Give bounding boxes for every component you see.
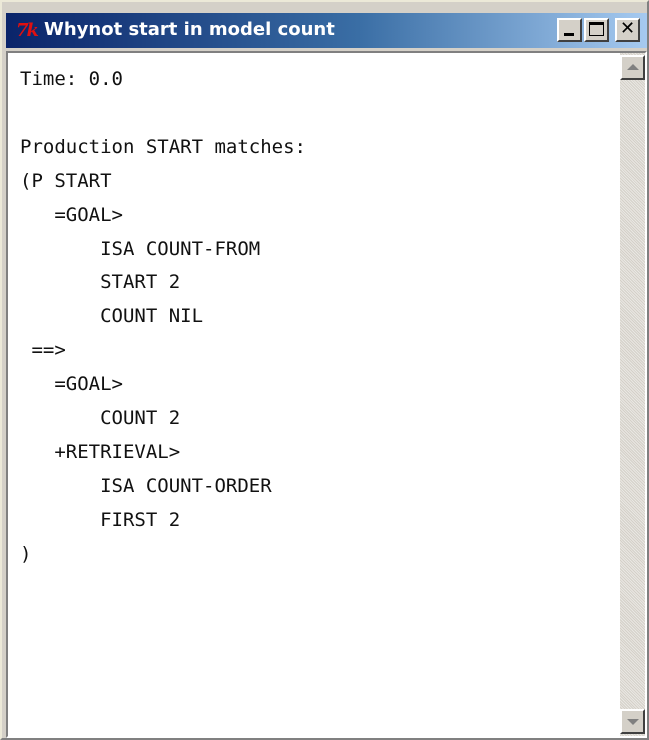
vertical-scrollbar[interactable]: [620, 53, 645, 736]
minimize-button[interactable]: [557, 18, 582, 42]
window-title: Whynot start in model count: [44, 19, 335, 40]
arrow-down-icon: [627, 719, 639, 725]
text-panel: Time: 0.0 Production START matches: (P S…: [6, 51, 647, 738]
arrow-up-icon: [627, 64, 639, 70]
whynot-window: 7k Whynot start in model count ✕ Time: 0…: [0, 0, 649, 740]
title-bar[interactable]: 7k Whynot start in model count ✕: [6, 13, 647, 48]
maximize-icon: [589, 22, 604, 36]
close-button[interactable]: ✕: [615, 18, 640, 42]
tk-icon: 7k: [16, 20, 39, 41]
production-text: Time: 0.0 Production START matches: (P S…: [20, 68, 306, 565]
output-text-area[interactable]: Time: 0.0 Production START matches: (P S…: [8, 53, 620, 736]
scroll-up-button[interactable]: [620, 55, 645, 80]
minimize-icon: [564, 33, 574, 36]
maximize-button[interactable]: [584, 18, 609, 42]
close-icon: ✕: [619, 18, 636, 39]
scroll-down-button[interactable]: [620, 709, 645, 734]
